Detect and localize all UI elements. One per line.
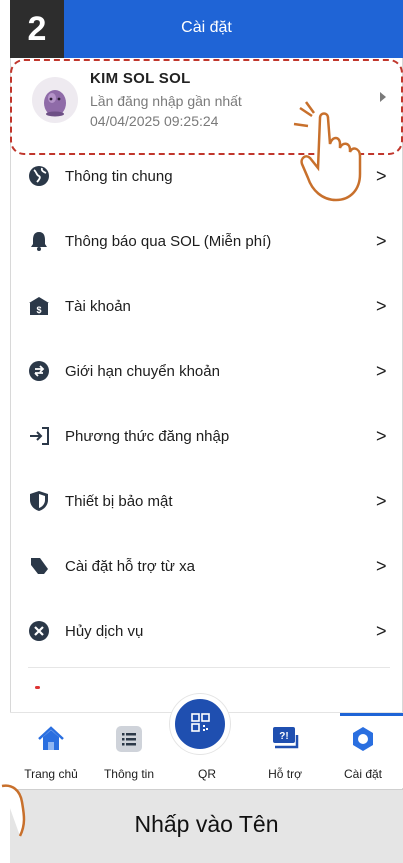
menu-divider <box>28 667 390 668</box>
qr-button[interactable] <box>170 694 230 754</box>
support-icon: ?! <box>273 727 299 749</box>
login-icon <box>30 427 49 445</box>
tutorial-caption: Nhấp vào Tên <box>10 789 403 863</box>
menu-item-transfer-limit[interactable]: Giới hạn chuyển khoản > <box>10 338 403 403</box>
menu-label: Hủy dịch vụ <box>65 623 144 640</box>
bell-icon <box>31 232 47 251</box>
menu-label: Phương thức đăng nhập <box>65 428 230 445</box>
menu-label: Giới hạn chuyển khoản <box>65 363 220 380</box>
menu-item-cancel-service[interactable]: Hủy dịch vụ > <box>10 598 403 663</box>
home-icon <box>38 726 64 750</box>
list-icon <box>116 726 142 752</box>
menu-label: Cài đặt hỗ trợ từ xa <box>65 558 195 575</box>
nav-label: QR <box>198 767 216 781</box>
globe-icon <box>29 166 49 186</box>
menu-item-login-method[interactable]: Phương thức đăng nhập > <box>10 403 403 468</box>
partial-menu-item-indicator <box>35 686 40 689</box>
settings-menu: Thông tin chung > Thông báo qua SOL (Miễ… <box>10 143 403 663</box>
menu-label: Thông báo qua SOL (Miễn phí) <box>65 233 272 250</box>
menu-item-security-device[interactable]: Thiết bị bảo mật > <box>10 468 403 533</box>
qr-icon <box>191 713 210 732</box>
menu-label: Thiết bị bảo mật <box>65 493 173 510</box>
menu-item-remote-support[interactable]: Cài đặt hỗ trợ từ xa > <box>10 533 403 598</box>
chevron-right-icon: > <box>376 231 387 251</box>
nav-label: Thông tin <box>103 767 155 781</box>
shield-icon <box>30 491 48 511</box>
pointing-hand-icon <box>293 101 362 202</box>
step-number-badge: 2 <box>10 0 64 58</box>
chevron-right-icon: > <box>376 556 387 576</box>
nav-label: Trang chủ <box>24 767 78 781</box>
settings-icon <box>353 727 373 751</box>
chevron-right-icon: > <box>376 296 387 316</box>
bank-account-icon: $ <box>29 297 49 315</box>
svg-text:$: $ <box>36 305 41 315</box>
caption-text: Nhấp vào Tên <box>134 811 279 837</box>
cancel-icon <box>29 621 49 641</box>
nav-label: Hỗ trợ <box>268 767 302 781</box>
nav-tab-settings[interactable]: Cài đặt <box>324 713 402 789</box>
app-header: Cài đặt <box>10 0 403 58</box>
chevron-right-icon: > <box>376 491 387 511</box>
chevron-right-icon: > <box>376 621 387 641</box>
nav-tab-info[interactable]: Thông tin <box>90 713 168 789</box>
remote-support-icon <box>31 558 48 574</box>
nav-label: Cài đặt <box>343 767 383 781</box>
menu-label: Thông tin chung <box>65 168 173 185</box>
page-title: Cài đặt <box>181 19 232 36</box>
pointing-hand-icon <box>1 784 26 837</box>
menu-label: Tài khoản <box>65 298 131 315</box>
svg-text:?!: ?! <box>279 731 288 742</box>
menu-item-account[interactable]: $ Tài khoản > <box>10 273 403 338</box>
transfer-limit-icon <box>29 361 49 381</box>
nav-tab-support[interactable]: ?! Hỗ trợ <box>246 713 324 789</box>
chevron-right-icon: > <box>376 426 387 446</box>
nav-tab-home[interactable]: Trang chủ <box>12 713 90 789</box>
chevron-right-icon: > <box>376 361 387 381</box>
menu-item-sol-notifications[interactable]: Thông báo qua SOL (Miễn phí) > <box>10 208 403 273</box>
